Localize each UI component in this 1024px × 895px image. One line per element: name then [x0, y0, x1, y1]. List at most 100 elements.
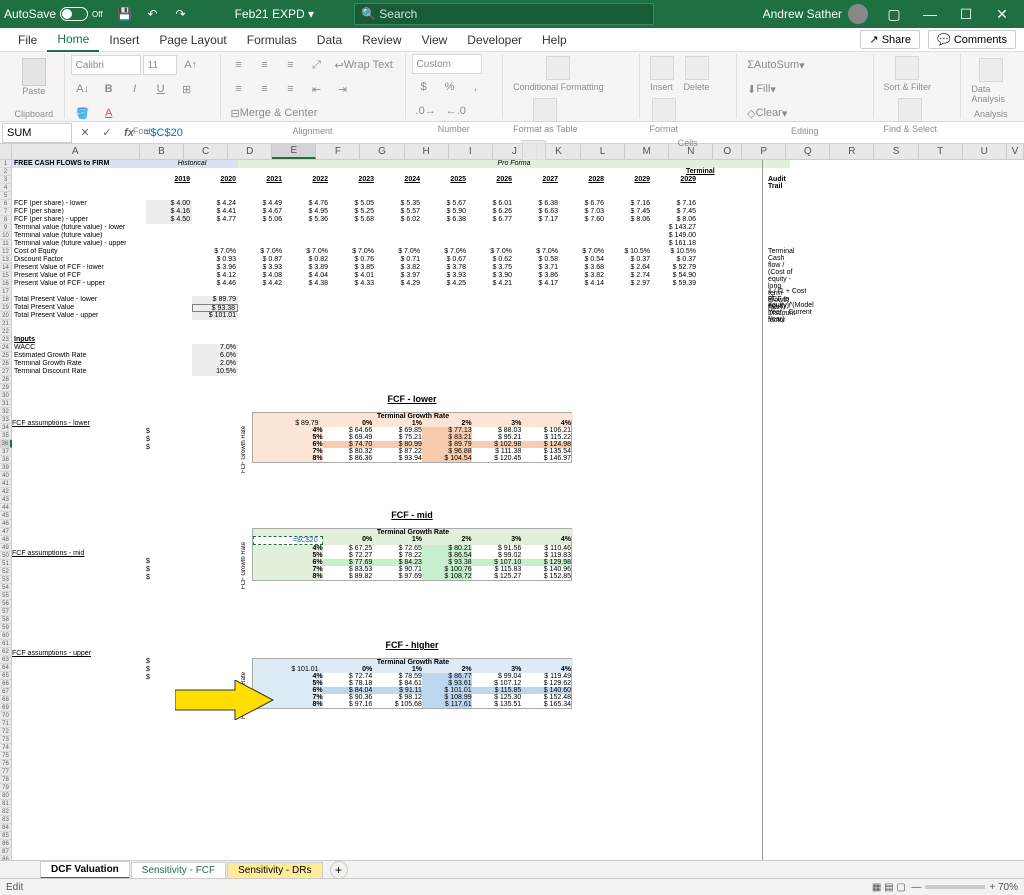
cell[interactable]: $ — [146, 558, 150, 565]
cell[interactable]: $ 67.25 — [323, 545, 373, 552]
cell[interactable] — [146, 320, 192, 328]
col-header[interactable]: H — [405, 144, 449, 159]
cell[interactable] — [468, 328, 514, 336]
cell[interactable] — [560, 304, 606, 312]
cell[interactable]: 3% — [472, 666, 522, 673]
row-header[interactable]: 42 — [0, 488, 12, 496]
row-header[interactable]: 81 — [0, 800, 12, 808]
cell[interactable] — [422, 312, 468, 320]
cell[interactable]: 2025 — [422, 176, 468, 184]
zoom-in-icon[interactable]: + — [989, 882, 995, 893]
row-header[interactable]: 72 — [0, 728, 12, 736]
cell[interactable] — [146, 304, 192, 312]
row-header[interactable]: 30 — [0, 392, 12, 400]
select-all-corner[interactable] — [0, 144, 12, 159]
cell[interactable]: $ 4.29 — [376, 280, 422, 288]
tab-home[interactable]: Home — [47, 28, 99, 52]
cell[interactable]: $ 120.45 — [472, 455, 522, 462]
cell[interactable] — [376, 296, 422, 304]
cell[interactable] — [560, 184, 606, 192]
cell[interactable] — [146, 256, 192, 264]
paste-button[interactable]: Paste — [10, 54, 58, 100]
cell[interactable]: $ 152.48 — [521, 694, 571, 701]
bold-button[interactable]: B — [97, 78, 121, 100]
cell[interactable] — [606, 224, 652, 232]
row-header[interactable]: 12 — [0, 248, 12, 256]
cell[interactable]: $ 6.38 — [422, 216, 468, 224]
row-header[interactable]: 31 — [0, 400, 12, 408]
cell[interactable]: $ 3.93 — [422, 272, 468, 280]
cell[interactable]: FCF (per share) — [12, 208, 146, 216]
row-header[interactable]: 35 — [0, 432, 12, 440]
row-header[interactable]: 15 — [0, 272, 12, 280]
cell[interactable]: Terminal Discount Rate — [12, 368, 146, 376]
align-right-icon[interactable]: ≡ — [279, 78, 303, 100]
cell[interactable] — [146, 360, 192, 368]
cell[interactable]: 4% — [521, 536, 571, 545]
cell[interactable]: $ 152.85 — [521, 573, 571, 580]
cell[interactable]: $ 125.30 — [472, 694, 522, 701]
cell[interactable] — [652, 304, 698, 312]
cell[interactable] — [238, 184, 284, 192]
cell[interactable]: 1% — [372, 666, 422, 673]
cell[interactable] — [468, 288, 514, 296]
cell[interactable] — [284, 240, 330, 248]
autosum-button[interactable]: Σ AutoSum ▾ — [743, 54, 809, 76]
ribbon-display-icon[interactable]: ▢ — [876, 0, 912, 28]
cell[interactable] — [652, 192, 698, 200]
cell[interactable] — [606, 184, 652, 192]
cell[interactable]: FCF (per share) - lower — [12, 200, 146, 208]
cell[interactable]: FCF assumptions - upper — [12, 650, 91, 657]
align-left-icon[interactable]: ≡ — [227, 78, 251, 100]
cell[interactable]: 4% — [521, 420, 571, 427]
cell[interactable]: $ 7.0% — [514, 248, 560, 256]
cell[interactable]: $ — [146, 658, 150, 665]
cell[interactable]: FCF (per share) - upper — [12, 216, 146, 224]
cell[interactable]: 2021 — [238, 176, 284, 184]
cell[interactable] — [146, 296, 192, 304]
cell[interactable]: 2026 — [468, 176, 514, 184]
row-header[interactable]: 83 — [0, 816, 12, 824]
cell[interactable] — [514, 232, 560, 240]
row-header[interactable]: 29 — [0, 384, 12, 392]
align-middle-icon[interactable]: ≡ — [253, 54, 277, 76]
cell[interactable]: $ 80.32 — [323, 448, 373, 455]
row-header[interactable]: 65 — [0, 672, 12, 680]
cell[interactable] — [514, 184, 560, 192]
cell[interactable]: $ 80.99 — [372, 441, 422, 448]
cell[interactable]: $ 4.42 — [238, 280, 284, 288]
cell[interactable]: $ 72.27 — [323, 552, 373, 559]
cell[interactable] — [146, 184, 192, 192]
cell[interactable]: $ 4.41 — [192, 208, 238, 216]
cell[interactable]: $ 146.97 — [521, 455, 571, 462]
cell[interactable] — [284, 304, 330, 312]
cell[interactable]: $ 93.61 — [422, 680, 472, 687]
spreadsheet-grid[interactable]: 1234567891011121314151617181920212223242… — [0, 160, 1024, 860]
cell[interactable] — [146, 344, 192, 352]
tab-file[interactable]: File — [8, 29, 47, 51]
row-header[interactable]: 52 — [0, 568, 12, 576]
col-header[interactable]: G — [360, 144, 404, 159]
row-header[interactable]: 57 — [0, 608, 12, 616]
cell[interactable] — [514, 224, 560, 232]
cell[interactable]: $ 93.94 — [372, 455, 422, 462]
row-header[interactable]: 73 — [0, 736, 12, 744]
col-header[interactable]: A — [12, 144, 140, 159]
cell[interactable] — [376, 328, 422, 336]
row-header[interactable]: 63 — [0, 656, 12, 664]
row-header[interactable]: 23 — [0, 336, 12, 344]
cell[interactable] — [330, 288, 376, 296]
share-button[interactable]: ↗ Share — [860, 30, 920, 49]
cell[interactable]: Total Present Value — [12, 304, 146, 312]
cell[interactable]: $ 101.01 — [192, 312, 238, 320]
row-header[interactable]: 71 — [0, 720, 12, 728]
cell[interactable]: 1% — [372, 420, 422, 427]
cell[interactable]: $ 4.14 — [560, 280, 606, 288]
cell[interactable] — [422, 240, 468, 248]
row-header[interactable]: 3 — [0, 176, 12, 184]
row-header[interactable]: 68 — [0, 696, 12, 704]
cell[interactable]: Cost of Equity — [12, 248, 146, 256]
cell[interactable]: $ 4.04 — [284, 272, 330, 280]
cell[interactable] — [652, 184, 698, 192]
row-header[interactable]: 79 — [0, 784, 12, 792]
